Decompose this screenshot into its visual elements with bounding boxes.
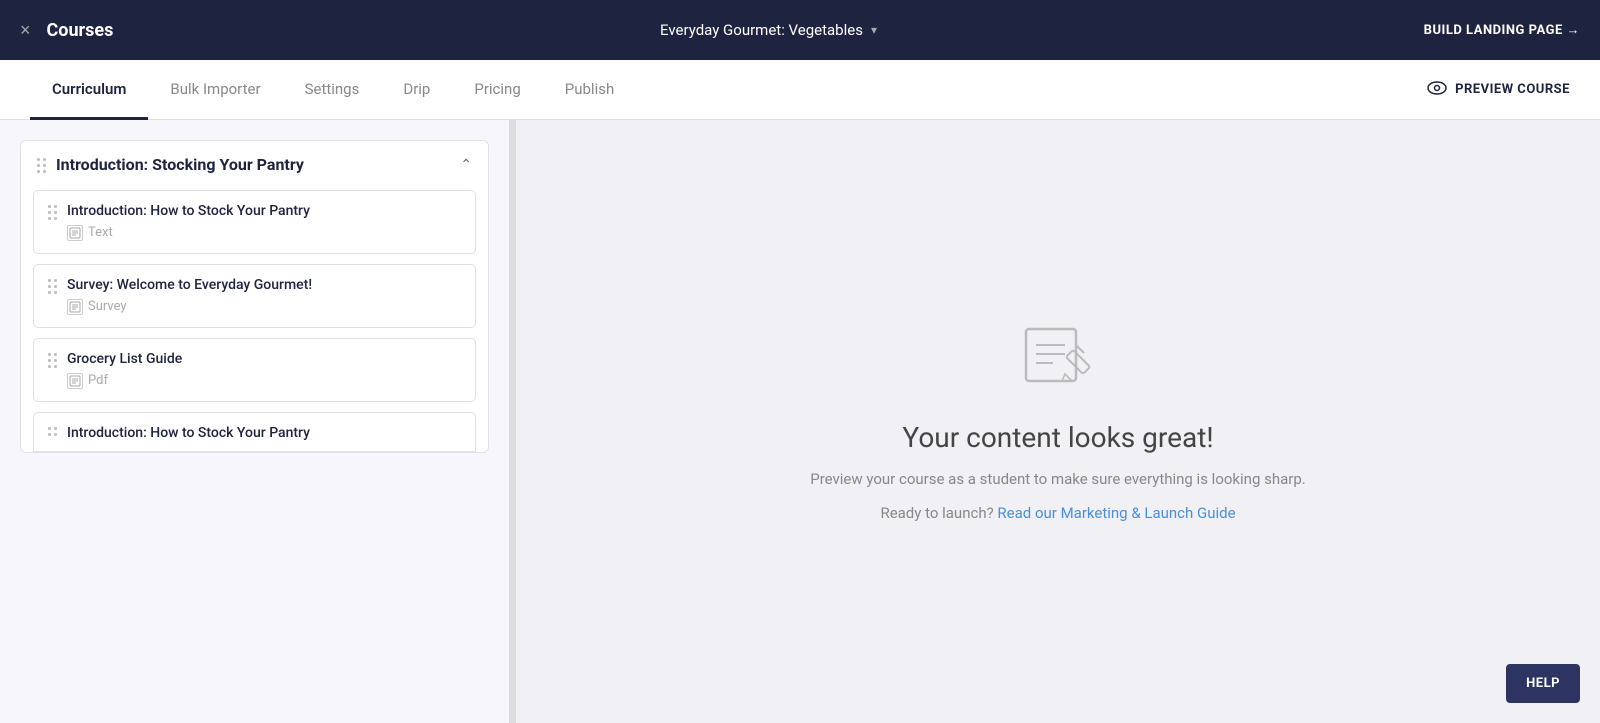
app-title: Courses xyxy=(47,20,114,41)
main-heading: Your content looks great! xyxy=(902,421,1213,454)
section-collapse-button[interactable]: ⌃ xyxy=(460,157,472,173)
content-looks-great-icon xyxy=(1018,321,1098,395)
survey-type-icon xyxy=(67,299,83,315)
sidebar: Introduction: Stocking Your Pantry ⌃ Int… xyxy=(0,120,510,723)
lesson-title: Introduction: How to Stock Your Pantry xyxy=(67,203,461,219)
tab-pricing[interactable]: Pricing xyxy=(452,60,542,120)
section-card: Introduction: Stocking Your Pantry ⌃ Int… xyxy=(20,140,489,453)
launch-prompt: Ready to launch? Read our Marketing & La… xyxy=(880,504,1235,522)
section-drag-handle[interactable] xyxy=(37,158,46,173)
lesson-item[interactable]: Survey: Welcome to Everyday Gourmet! Sur… xyxy=(33,264,476,328)
close-button[interactable]: × xyxy=(20,20,31,41)
pdf-type-icon xyxy=(67,373,83,389)
top-bar-left: × Courses xyxy=(20,20,113,41)
course-dropdown-arrow: ▾ xyxy=(871,23,877,37)
lesson-item[interactable]: Introduction: How to Stock Your Pantry T… xyxy=(33,190,476,254)
tab-drip[interactable]: Drip xyxy=(381,60,452,120)
help-button[interactable]: HELP xyxy=(1506,664,1580,703)
tab-settings[interactable]: Settings xyxy=(283,60,382,120)
tab-publish[interactable]: Publish xyxy=(543,60,636,120)
lesson-drag-handle[interactable] xyxy=(48,353,57,368)
main-content-area: Your content looks great! Preview your c… xyxy=(516,120,1600,723)
lesson-title: Introduction: How to Stock Your Pantry xyxy=(67,425,461,441)
tab-curriculum[interactable]: Curriculum xyxy=(30,60,148,120)
preview-course-button[interactable]: PREVIEW COURSE xyxy=(1427,79,1570,100)
tab-bulk-importer[interactable]: Bulk Importer xyxy=(148,60,282,120)
lesson-item[interactable]: Grocery List Guide Pdf xyxy=(33,338,476,402)
lesson-type: Survey xyxy=(67,299,461,315)
course-name: Everyday Gourmet: Vegetables xyxy=(660,21,863,39)
lesson-title: Survey: Welcome to Everyday Gourmet! xyxy=(67,277,461,293)
main-layout: Introduction: Stocking Your Pantry ⌃ Int… xyxy=(0,120,1600,723)
main-subheading: Preview your course as a student to make… xyxy=(810,470,1305,488)
course-selector[interactable]: Everyday Gourmet: Vegetables ▾ xyxy=(660,21,877,39)
marketing-launch-guide-link[interactable]: Read our Marketing & Launch Guide xyxy=(997,504,1235,522)
lesson-drag-handle[interactable] xyxy=(48,279,57,294)
lesson-type: Text xyxy=(67,225,461,241)
section-header-left: Introduction: Stocking Your Pantry xyxy=(37,155,304,176)
eye-icon xyxy=(1427,79,1447,100)
lesson-item[interactable]: Introduction: How to Stock Your Pantry xyxy=(33,412,476,452)
top-bar: × Courses Everyday Gourmet: Vegetables ▾… xyxy=(0,0,1600,60)
tab-navigation: Curriculum Bulk Importer Settings Drip P… xyxy=(0,60,1600,120)
text-type-icon xyxy=(67,225,83,241)
build-landing-button[interactable]: BUILD LANDING PAGE → xyxy=(1424,22,1580,38)
lesson-drag-handle[interactable] xyxy=(48,205,57,220)
sidebar-content: Introduction: Stocking Your Pantry ⌃ Int… xyxy=(0,120,510,723)
lesson-title: Grocery List Guide xyxy=(67,351,461,367)
section-title: Introduction: Stocking Your Pantry xyxy=(56,155,304,176)
section-header: Introduction: Stocking Your Pantry ⌃ xyxy=(21,141,488,190)
tabs: Curriculum Bulk Importer Settings Drip P… xyxy=(30,60,636,119)
lesson-drag-handle[interactable] xyxy=(48,427,57,436)
lesson-type: Pdf xyxy=(67,373,461,389)
